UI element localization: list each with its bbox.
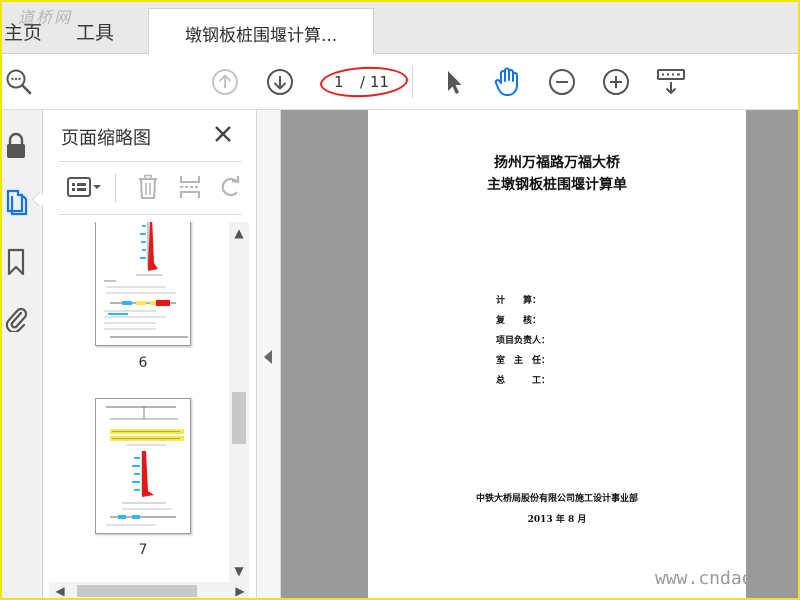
page-up-icon [212,69,238,95]
scroll-right-arrow[interactable]: ▶ [231,582,249,600]
document-viewer[interactable]: 扬州万福路万福大桥 主墩钢板桩围堰计算单 计 算： 复 核： 项目负责人： 室 … [281,110,800,600]
tab-tools[interactable]: 工具 [76,18,114,45]
extract-page-button[interactable] [175,172,205,202]
thumbnail-toolbar [43,166,257,214]
search-button[interactable] [2,65,36,99]
document-title-line2: 主墩钢板桩围堰计算单 [487,177,627,193]
horizontal-scrollbar[interactable]: ◀ ▶ [49,582,249,600]
rotate-icon [221,176,240,197]
keyboard-button[interactable] [654,65,688,99]
search-icon [6,69,32,95]
zoom-out-button[interactable] [545,65,579,99]
security-button[interactable] [3,130,29,162]
page-7-preview [106,406,184,526]
collapse-panel-arrow[interactable] [264,350,272,364]
tab-bar: 道桥网 主页 工具 墩钢板桩围堰计算... [0,0,800,54]
options-menu-button[interactable] [61,172,107,202]
panel-divider [59,161,241,162]
next-page-button[interactable] [263,65,297,99]
page-down-icon [267,69,293,95]
scroll-down-arrow[interactable]: ▼ [229,562,249,580]
thumbnail-page[interactable] [95,398,191,534]
chevron-down-icon [93,185,101,189]
page-6-preview [104,222,188,338]
signature-line: 总 工： [496,376,551,386]
zoom-out-icon [549,69,575,95]
horizontal-scroll-thumb[interactable] [77,585,197,597]
thumbnail-page[interactable] [95,222,191,346]
vertical-scroll-thumb[interactable] [232,392,246,444]
signature-line: 计 算： [496,296,542,306]
document-organization: 中铁大桥局股份有限公司施工设计事业部 [475,494,638,504]
thumbnail-label: 7 [138,542,148,558]
scroll-left-arrow[interactable]: ◀ [51,582,69,600]
hand-tool-button[interactable] [490,65,524,99]
hand-tool-icon [494,67,518,96]
keyboard-icon [657,69,685,95]
thumbnails-panel: 页面缩略图 6 7 ▲ ▼ ◀ ▶ [43,110,257,600]
bookmark-icon [7,248,25,276]
document-title-line1: 扬州万福路万福大桥 [494,155,620,171]
toolbar-divider [412,66,413,98]
lock-icon [7,132,25,158]
vertical-scrollbar[interactable]: ▲ ▼ [229,222,249,582]
rotate-page-button[interactable] [217,172,243,202]
thumbnail-list: 6 7 [43,222,229,582]
panel-divider [59,214,241,215]
toolbar: 1 / 11 [0,54,800,110]
thumbnail-label: 6 [138,355,148,371]
page-thumbnails-button[interactable] [3,186,29,218]
zoom-in-button[interactable] [599,65,633,99]
tab-home[interactable]: 主页 [4,18,42,45]
signature-line: 复 核： [496,316,542,326]
previous-page-button[interactable] [208,65,242,99]
list-options-icon [67,177,91,197]
attachments-button[interactable] [3,302,29,334]
trash-icon [139,174,157,199]
select-tool-button[interactable] [436,65,470,99]
close-icon[interactable] [211,122,235,146]
zoom-in-icon [603,69,629,95]
select-arrow-icon [448,71,462,94]
signature-line: 室 主 任： [496,356,551,366]
panel-title: 页面缩略图 [61,128,151,149]
page-thumbnails-icon [6,189,28,216]
tab-document-label: 墩钢板桩围堰计算... [185,26,338,46]
left-rail [0,110,48,600]
bookmarks-button[interactable] [3,246,29,278]
toolbar-divider [115,174,116,202]
extract-page-icon [180,176,200,198]
panel-collapse-strip [257,110,281,600]
document-page: 扬州万福路万福大桥 主墩钢板桩围堰计算单 计 算： 复 核： 项目负责人： 室 … [368,110,746,600]
page-number-field[interactable]: 1 / 11 [319,64,409,100]
annotation-ellipse [319,64,409,100]
document-date: 2013 年 8 月 [527,515,587,525]
delete-page-button[interactable] [133,172,163,202]
tab-document[interactable]: 墩钢板桩围堰计算... [148,8,374,54]
site-watermark: www.cndao [655,568,753,589]
signature-line: 项目负责人： [496,336,551,346]
scroll-up-arrow[interactable]: ▲ [229,224,249,242]
attachment-icon [5,307,28,332]
